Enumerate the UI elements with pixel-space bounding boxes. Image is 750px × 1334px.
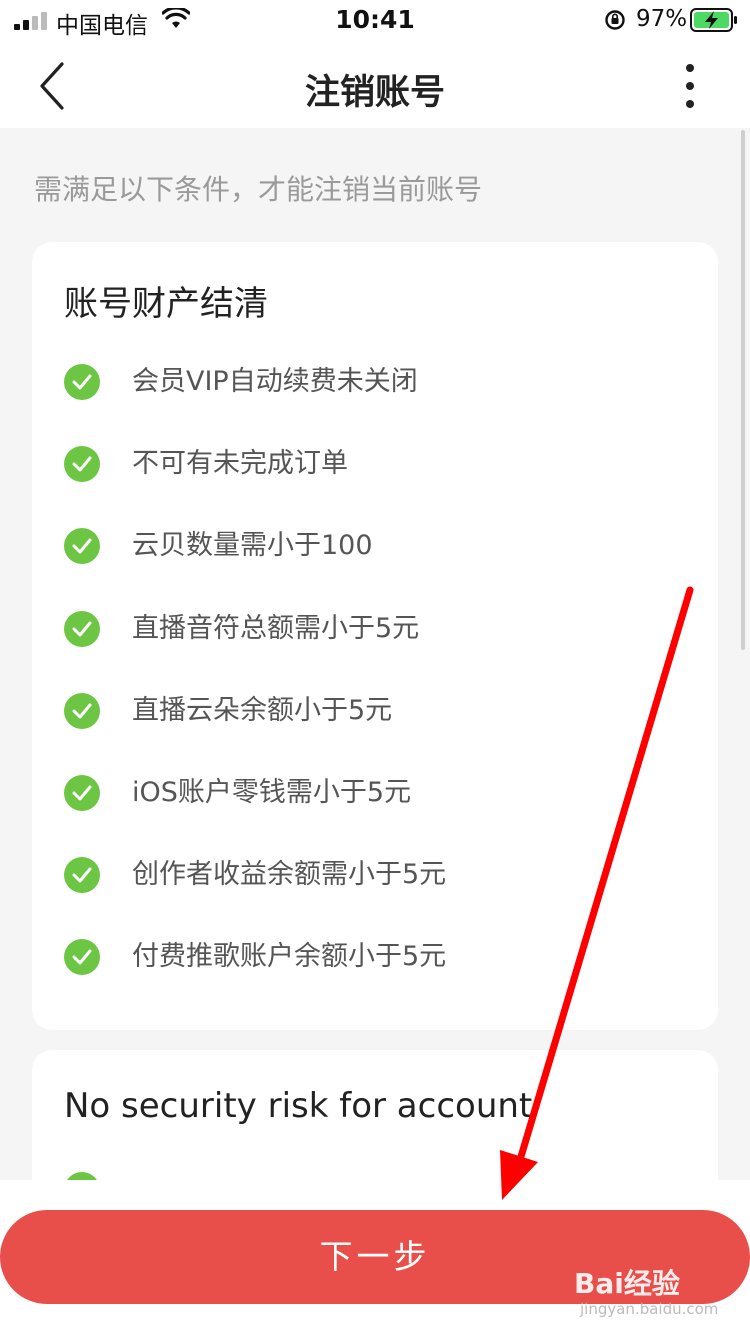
- list-item: 会员VIP自动续费未关闭: [64, 362, 704, 402]
- check-circle-icon: [64, 528, 100, 564]
- list-item: 直播云朵余额小于5元: [64, 691, 704, 731]
- status-bar: 中国电信 10:41 97%: [0, 0, 750, 44]
- condition-label: 直播云朵余额小于5元: [132, 695, 393, 726]
- list-item: 不可有未完成订单: [64, 444, 704, 484]
- hint-text: 需满足以下条件，才能注销当前账号: [34, 173, 483, 206]
- section-title-assets: 账号财产结清: [64, 284, 268, 324]
- battery-charging-icon: [690, 8, 737, 32]
- list-item: 付费推歌账户余额小于5元: [64, 937, 704, 977]
- condition-label: 会员VIP自动续费未关闭: [132, 366, 418, 397]
- more-vertical-icon[interactable]: [668, 56, 712, 116]
- condition-label: 创作者收益余额需小于5元: [132, 859, 447, 890]
- watermark-subtext: jingyan.baidu.com: [580, 1300, 719, 1318]
- check-circle-icon: [64, 857, 100, 893]
- battery-percent: 97%: [636, 6, 688, 32]
- scrollbar[interactable]: [741, 130, 745, 650]
- condition-label: 不可有未完成订单: [132, 448, 348, 479]
- check-circle-icon: [64, 775, 100, 811]
- watermark-logo: Bai经验 jingyan.baidu.com: [574, 1258, 744, 1328]
- check-circle-icon: [64, 939, 100, 975]
- list-item: iOS账户零钱需小于5元: [64, 773, 704, 813]
- list-item: 创作者收益余额需小于5元: [64, 855, 704, 895]
- check-circle-icon: [64, 611, 100, 647]
- orientation-lock-icon: [605, 10, 625, 30]
- nav-bar: 注销账号: [0, 44, 750, 128]
- section-title-security: No security risk for account: [64, 1086, 533, 1126]
- check-circle-icon: [64, 446, 100, 482]
- condition-label: 云贝数量需小于100: [132, 530, 373, 561]
- watermark-text: Bai经验: [574, 1267, 680, 1300]
- list-item: 直播音符总额需小于5元: [64, 609, 704, 649]
- check-circle-icon: [64, 693, 100, 729]
- condition-label: iOS账户零钱需小于5元: [132, 777, 412, 808]
- check-circle-icon: [64, 364, 100, 400]
- page-title: 注销账号: [304, 73, 445, 113]
- condition-label: 直播音符总额需小于5元: [132, 613, 420, 644]
- condition-label: 付费推歌账户余额小于5元: [132, 941, 447, 972]
- list-item: 云贝数量需小于100: [64, 526, 704, 566]
